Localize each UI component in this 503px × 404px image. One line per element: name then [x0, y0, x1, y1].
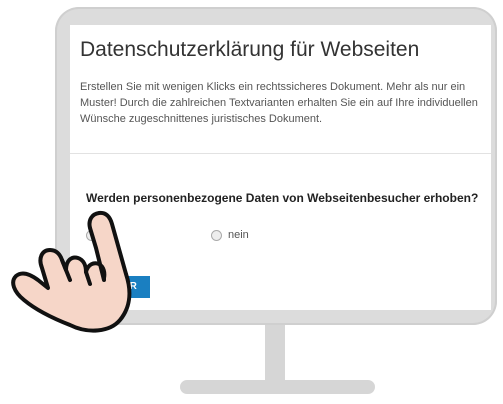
intro-text: Erstellen Sie mit wenigen Klicks ein rec…	[80, 81, 478, 125]
monitor-stand-neck	[265, 325, 285, 380]
pointing-hand-icon	[11, 210, 132, 333]
radio-nein[interactable]	[211, 229, 222, 241]
option-nein-label: nein	[228, 229, 249, 241]
option-nein[interactable]: nein	[211, 229, 249, 241]
monitor-stand-base	[180, 380, 375, 394]
page-title: Datenschutzerklärung für Webseiten	[80, 38, 420, 61]
form-header: Datenschutzerklärung für Webseiten Erste…	[70, 25, 491, 154]
